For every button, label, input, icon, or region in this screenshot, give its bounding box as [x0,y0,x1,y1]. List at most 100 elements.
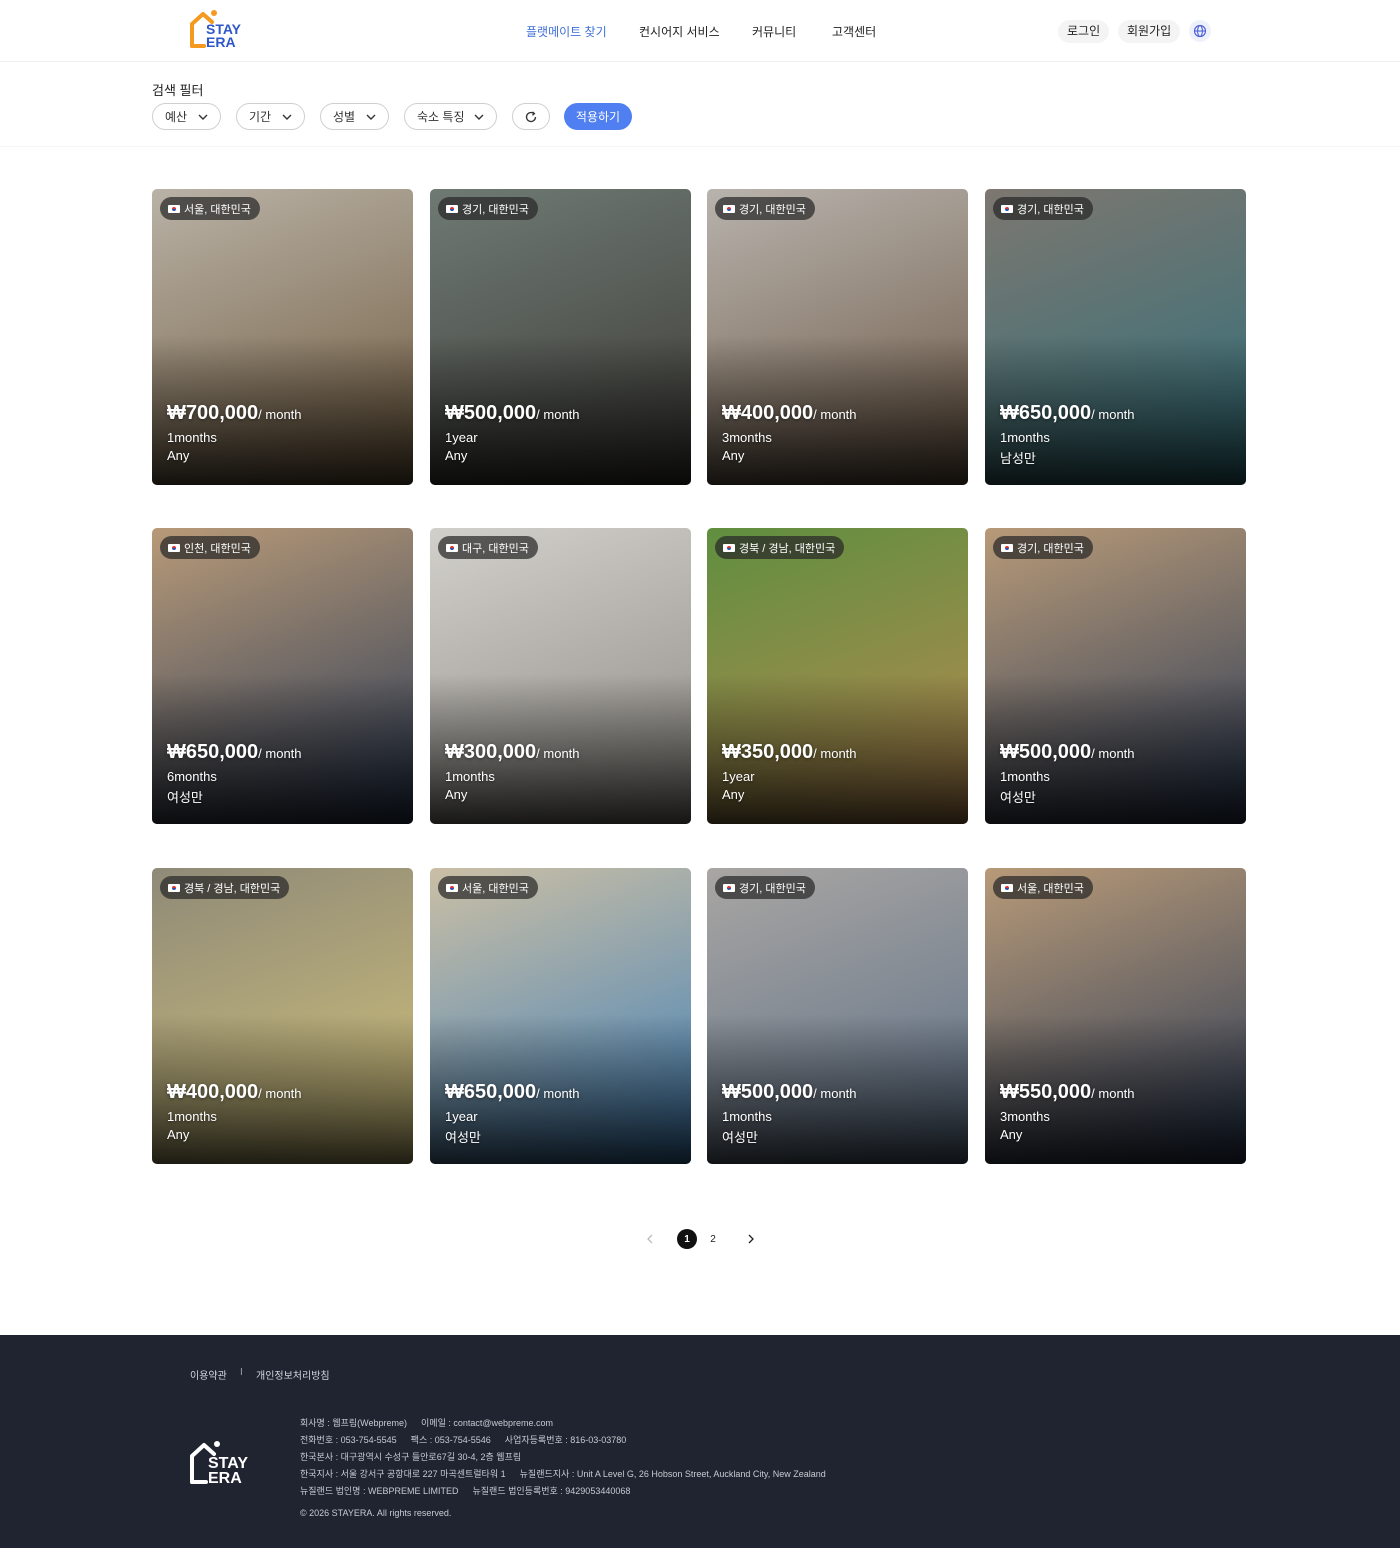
price-amount: ₩550,000 [1000,1081,1092,1103]
listing-card[interactable]: 서울, 대한민국 ₩700,000/ month 1months Any [152,189,413,485]
location-label: 경기, 대한민국 [1017,542,1084,555]
location-badge: 서울, 대한민국 [993,876,1093,899]
budget-filter-dropdown[interactable]: 예산 [152,103,221,130]
site-footer: 이용약관 I 개인정보처리방침 STAY ERA 회사명 : 웹프림(Webpr… [0,1335,1400,1548]
next-page-button[interactable] [741,1229,761,1249]
reset-filter-button[interactable] [512,103,550,130]
nz-corporate-registration-number: 뉴질랜드 법인등록번호 : 9429053440068 [472,1486,631,1496]
listing-duration: 1months [445,769,495,784]
location-label: 경기, 대한민국 [739,882,806,895]
gender-filter-dropdown[interactable]: 성별 [320,103,389,130]
listing-price: ₩500,000/ month [445,402,580,425]
listing-gender: Any [1000,1127,1023,1142]
copyright: © 2026 STAYERA. All rights reserved. [300,1508,452,1518]
listing-price: ₩700,000/ month [167,402,302,425]
listing-duration: 1months [1000,430,1050,445]
chevron-down-icon [474,114,484,120]
price-amount: ₩650,000 [445,1081,537,1103]
listing-price: ₩550,000/ month [1000,1081,1135,1104]
location-badge: 인천, 대한민국 [160,536,260,559]
listing-price: ₩500,000/ month [1000,741,1135,764]
price-amount: ₩650,000 [1000,402,1092,424]
nav-community[interactable]: 커뮤니티 [752,23,796,40]
listing-gender: Any [722,787,745,802]
listing-card[interactable]: 경기, 대한민국 ₩500,000/ month 1months 여성만 [985,528,1246,824]
price-period: / month [1091,407,1135,422]
price-period: / month [536,407,580,422]
signup-button[interactable]: 회원가입 [1118,20,1181,43]
listing-gender: 남성만 [1000,451,1036,466]
listing-card[interactable]: 서울, 대한민국 ₩550,000/ month 3months Any [985,868,1246,1164]
location-label: 인천, 대한민국 [184,542,251,555]
page-1-button[interactable]: 1 [677,1229,697,1249]
listing-card[interactable]: 경북 / 경남, 대한민국 ₩400,000/ month 1months Any [152,868,413,1164]
location-badge: 경기, 대한민국 [993,197,1093,220]
nav-find-flatmate[interactable]: 플랫메이트 찾기 [526,23,607,40]
footer-info-line-3: 한국본사 : 대구광역시 수성구 들안로67길 30-4, 2층 웹프림 [300,1450,535,1463]
listing-gender: 여성만 [167,790,203,805]
korea-flag-icon [168,204,180,213]
listing-gender: 여성만 [722,1130,758,1145]
location-badge: 경기, 대한민국 [715,197,815,220]
listing-gender: Any [167,1127,190,1142]
privacy-policy-link[interactable]: 개인정보처리방침 [256,1367,330,1382]
listing-card[interactable]: 경기, 대한민국 ₩650,000/ month 1months 남성만 [985,189,1246,485]
location-label: 경기, 대한민국 [739,203,806,216]
price-amount: ₩500,000 [445,402,537,424]
prev-page-button[interactable] [640,1229,660,1249]
listing-price: ₩300,000/ month [445,741,580,764]
listing-duration: 1months [167,430,217,445]
location-label: 경기, 대한민국 [1017,203,1084,216]
location-badge: 대구, 대한민국 [438,536,538,559]
korea-flag-icon [1001,543,1013,552]
nav-concierge-service[interactable]: 컨시어지 서비스 [639,23,720,40]
listing-card[interactable]: 경기, 대한민국 ₩400,000/ month 3months Any [707,189,968,485]
company-phone: 전화번호 : 053-754-5545 [300,1435,397,1445]
svg-text:ERA: ERA [208,1470,242,1486]
listing-duration: 1months [722,1109,772,1124]
listing-duration: 1year [445,430,478,445]
period-filter-dropdown[interactable]: 기간 [236,103,305,130]
korea-flag-icon [723,543,735,552]
listing-gender: 여성만 [1000,790,1036,805]
nav-customer-center[interactable]: 고객센터 [832,23,876,40]
location-label: 경북 / 경남, 대한민국 [739,542,836,555]
location-badge: 경기, 대한민국 [715,876,815,899]
location-badge: 경북 / 경남, 대한민국 [160,876,290,899]
listing-card[interactable]: 경북 / 경남, 대한민국 ₩350,000/ month 1year Any [707,528,968,824]
terms-link[interactable]: 이용약관 [190,1367,227,1382]
location-label: 대구, 대한민국 [462,542,529,555]
location-badge: 경북 / 경남, 대한민국 [715,536,845,559]
company-fax: 팩스 : 053-754-5546 [410,1435,491,1445]
location-label: 서울, 대한민국 [1017,882,1084,895]
korea-flag-icon [1001,883,1013,892]
price-amount: ₩500,000 [1000,741,1092,763]
listing-card[interactable]: 인천, 대한민국 ₩650,000/ month 6months 여성만 [152,528,413,824]
listing-card[interactable]: 경기, 대한민국 ₩500,000/ month 1year Any [430,189,691,485]
korea-branch: 한국지사 : 서울 강서구 공항대로 227 마곡센트럴타워 1 [300,1469,506,1479]
price-amount: ₩350,000 [722,741,814,763]
period-filter-label: 기간 [249,110,272,124]
listing-duration: 1year [722,769,755,784]
price-amount: ₩700,000 [167,402,259,424]
footer-info-line-4: 한국지사 : 서울 강서구 공항대로 227 마곡센트럴타워 1 뉴질랜드지사 :… [300,1467,840,1480]
listing-duration: 3months [1000,1109,1050,1124]
page-2-button[interactable]: 2 [703,1229,723,1249]
listing-card[interactable]: 대구, 대한민국 ₩300,000/ month 1months Any [430,528,691,824]
login-button[interactable]: 로그인 [1058,20,1110,43]
listing-gender: Any [445,787,468,802]
korea-flag-icon [446,543,458,552]
company-email: 이메일 : contact@webpreme.com [421,1418,554,1428]
apply-filter-button[interactable]: 적용하기 [564,103,632,130]
listing-card[interactable]: 서울, 대한민국 ₩650,000/ month 1year 여성만 [430,868,691,1164]
price-period: / month [536,746,580,761]
language-globe-icon[interactable] [1189,20,1211,42]
listing-card[interactable]: 경기, 대한민국 ₩500,000/ month 1months 여성만 [707,868,968,1164]
chevron-down-icon [198,114,208,120]
listing-gender: Any [722,448,745,463]
price-period: / month [813,407,857,422]
price-period: / month [258,746,302,761]
accommodation-features-dropdown[interactable]: 숙소 특징 [404,103,497,130]
price-period: / month [258,1086,302,1101]
stayera-logo[interactable]: STAY ERA [188,8,252,50]
